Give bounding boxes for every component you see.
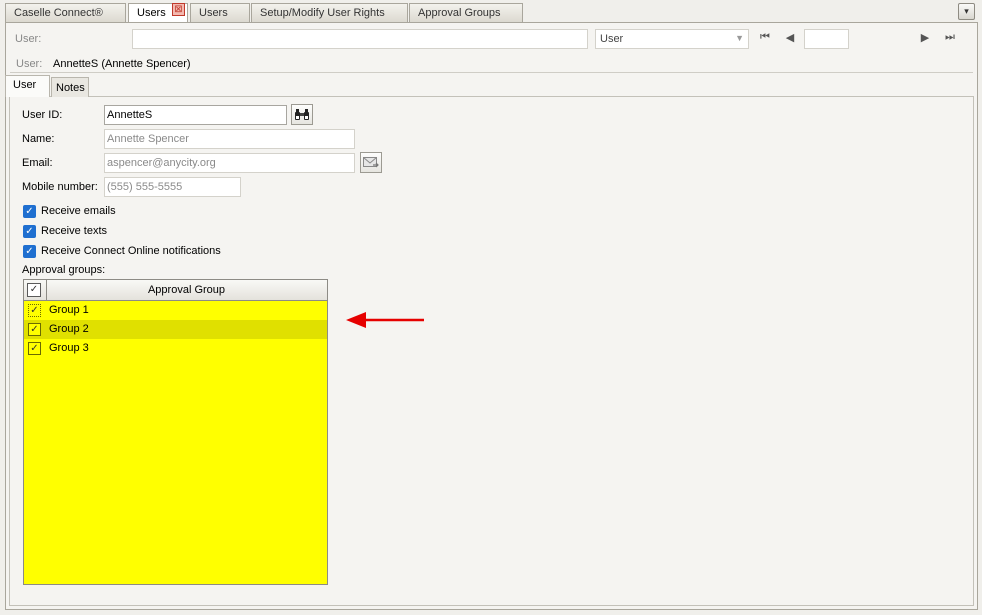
- current-user-value: AnnetteS (Annette Spencer): [53, 58, 191, 70]
- table-row[interactable]: ✓ Group 3: [24, 339, 327, 358]
- approval-group-column-header[interactable]: Approval Group: [46, 280, 326, 301]
- receive-texts-label: Receive texts: [41, 225, 108, 237]
- user-search-input[interactable]: [132, 29, 588, 49]
- annotation-arrow-icon: [346, 312, 424, 328]
- tab-approval-groups[interactable]: Approval Groups: [409, 3, 523, 22]
- group-3-checkbox[interactable]: ✓: [28, 342, 41, 355]
- row-label: Group 2: [49, 323, 89, 335]
- lookup-type-select[interactable]: User ▼: [595, 29, 749, 49]
- user-id-input[interactable]: AnnetteS: [104, 105, 287, 125]
- mobile-number-label: Mobile number:: [22, 181, 98, 193]
- tab-label: User: [13, 79, 37, 91]
- user-id-label: User ID:: [22, 109, 63, 121]
- tab-menu-chevron-down-icon[interactable]: ▾: [958, 3, 975, 20]
- select-value: User: [600, 33, 624, 45]
- tab-label: Users: [137, 7, 166, 19]
- row-label: Group 3: [49, 342, 89, 354]
- binoculars-lookup-button[interactable]: [291, 104, 313, 125]
- name-label: Name:: [22, 133, 55, 145]
- tab-label: Users: [199, 7, 228, 19]
- last-record-icon[interactable]: ⏭: [943, 31, 957, 44]
- column-header-label: Approval Group: [147, 284, 226, 296]
- tab-setup-modify-user-rights[interactable]: Setup/Modify User Rights: [251, 3, 408, 22]
- tab-caselle-connect[interactable]: Caselle Connect®: [5, 3, 126, 22]
- tab-notes[interactable]: Notes: [51, 77, 89, 97]
- close-tab-icon[interactable]: ⊠: [172, 3, 185, 16]
- send-email-button[interactable]: [360, 152, 382, 173]
- email-field[interactable]: aspencer@anycity.org: [104, 153, 355, 173]
- tab-users[interactable]: Users: [190, 3, 250, 22]
- grid-header: ✓ Approval Group: [24, 280, 327, 301]
- tab-label: Setup/Modify User Rights: [260, 7, 385, 19]
- receive-emails-label: Receive emails: [41, 205, 116, 217]
- toolbar-user-label: User:: [15, 33, 42, 45]
- approval-groups-grid: ✓ Approval Group ✓ Group 1 ✓ Group 2 ✓ G…: [23, 279, 328, 585]
- next-record-icon[interactable]: ▶: [918, 31, 932, 44]
- select-all-checkbox[interactable]: ✓: [27, 283, 41, 297]
- record-number-input[interactable]: [804, 29, 849, 49]
- row-label: Group 1: [49, 304, 89, 316]
- tab-user[interactable]: User: [5, 75, 50, 97]
- tab-label: Approval Groups: [418, 7, 501, 19]
- current-user-label: User:: [16, 58, 43, 70]
- binoculars-icon: [295, 109, 309, 120]
- name-field[interactable]: Annette Spencer: [104, 129, 355, 149]
- chevron-down-icon: ▼: [735, 33, 744, 43]
- receive-connect-online-notifications-checkbox[interactable]: ✓: [23, 245, 36, 258]
- receive-texts-checkbox[interactable]: ✓: [23, 225, 36, 238]
- group-2-checkbox[interactable]: ✓: [28, 323, 41, 336]
- tab-label: Notes: [56, 82, 85, 94]
- divider: [10, 72, 973, 73]
- receive-connect-online-notifications-label: Receive Connect Online notifications: [41, 245, 221, 257]
- approval-groups-label: Approval groups:: [22, 264, 106, 276]
- table-row[interactable]: ✓ Group 1: [24, 301, 327, 320]
- email-label: Email:: [22, 157, 53, 169]
- first-record-icon[interactable]: ⏮: [758, 31, 772, 44]
- table-row[interactable]: ✓ Group 2: [24, 320, 327, 339]
- mobile-number-field[interactable]: (555) 555-5555: [104, 177, 241, 197]
- previous-record-icon[interactable]: ◀: [783, 31, 797, 44]
- envelope-icon: [363, 157, 379, 168]
- tab-label: Caselle Connect®: [14, 7, 103, 19]
- group-1-checkbox[interactable]: ✓: [28, 304, 41, 317]
- receive-emails-checkbox[interactable]: ✓: [23, 205, 36, 218]
